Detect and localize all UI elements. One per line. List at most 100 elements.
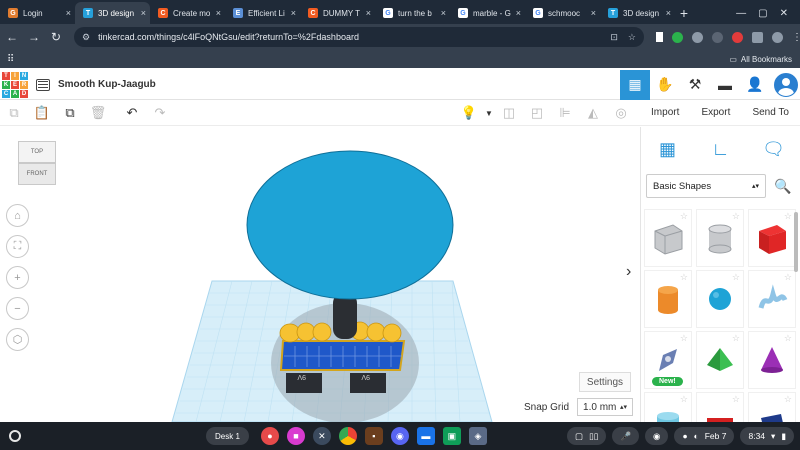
send-to-button[interactable]: Send To (752, 107, 789, 118)
screen-capture-button[interactable]: ▢ ▯▯ (567, 427, 607, 445)
app-files-icon[interactable]: ▬ (416, 427, 435, 445)
media-button[interactable]: ◉ (645, 427, 669, 445)
add-user-icon[interactable]: 👤 (740, 70, 770, 100)
favorite-star-icon[interactable]: ☆ (732, 333, 740, 344)
notes-tool-icon[interactable]: 🗨 (760, 135, 788, 163)
reload-icon[interactable]: ↻ (46, 30, 66, 44)
favorite-star-icon[interactable]: ☆ (784, 272, 792, 283)
cruise-icon[interactable]: ◎ (607, 105, 635, 121)
duplicate-icon[interactable]: ⧉ (56, 105, 84, 121)
app-tools-icon[interactable]: ✕ (312, 427, 331, 445)
tab-close-icon[interactable]: × (366, 8, 371, 18)
shape-text[interactable]: ☆ (696, 392, 744, 422)
forward-icon[interactable]: → (24, 30, 44, 44)
quick-settings-pill[interactable]: ● ◐ Feb 7 (674, 427, 735, 445)
tab-close-icon[interactable]: × (666, 8, 671, 18)
new-tab-button[interactable]: + (675, 2, 693, 24)
extensions-puzzle-icon[interactable] (752, 31, 763, 43)
ungroup-icon[interactable]: ◰ (523, 105, 551, 121)
copy-icon[interactable]: ⧉ (0, 105, 28, 121)
toolbox-icon[interactable]: ▬ (710, 70, 740, 100)
3d-view-grid-icon[interactable]: ▦ (620, 69, 650, 100)
tab-close-icon[interactable]: × (516, 8, 521, 18)
workplane-viewport[interactable]: 9V 9V TOP FRONT ⌂ ⛶ + − ⬡ Settings Snap … (0, 127, 640, 422)
delete-icon[interactable]: 🗑 (84, 105, 112, 121)
tab-close-icon[interactable]: × (591, 8, 596, 18)
tab-close-icon[interactable]: × (216, 8, 221, 18)
home-view-icon[interactable]: ⌂ (6, 204, 29, 227)
browser-tab[interactable]: Gturn the b × (375, 2, 450, 24)
search-icon[interactable]: 🔍 (771, 174, 795, 198)
browser-tab[interactable]: G Login × (0, 2, 75, 24)
browser-tab[interactable]: E Efficient Li × (225, 2, 300, 24)
design-title[interactable]: Smooth Kup-Jaagub (58, 79, 156, 90)
app-tinkercad-icon[interactable]: ◈ (468, 427, 487, 445)
extension-red-icon[interactable] (732, 31, 743, 43)
favorite-star-icon[interactable]: ☆ (680, 211, 688, 222)
collapse-panel-icon[interactable]: › (626, 263, 631, 281)
perspective-icon[interactable]: ⬡ (6, 328, 29, 351)
shape-cylinder[interactable]: ☆ (644, 270, 692, 328)
mic-button[interactable]: 🎤 (612, 427, 640, 445)
favorite-star-icon[interactable]: ☆ (784, 333, 792, 344)
maximize-icon[interactable]: ▢ (758, 8, 767, 19)
tab-close-icon[interactable]: × (66, 8, 71, 18)
balloon-stem[interactable] (333, 293, 357, 339)
mirror-icon[interactable]: ◭ (579, 105, 607, 121)
balloon[interactable] (246, 150, 454, 300)
workplane-tool-icon[interactable]: ▦ (654, 135, 682, 163)
clock-pill[interactable]: 8:34 ▾ ▮ (740, 427, 794, 445)
tab-close-icon[interactable]: × (291, 8, 296, 18)
browser-tab[interactable]: T 3D design × (75, 2, 150, 24)
import-button[interactable]: Import (651, 107, 679, 118)
shape-cone[interactable]: ☆ (748, 331, 796, 389)
address-bar[interactable]: ⚙ tinkercad.com/things/c4lFoQNtGsu/edit?… (74, 27, 644, 47)
design-menu-icon[interactable] (36, 78, 50, 91)
workplane-scene[interactable]: 9V 9V (0, 127, 640, 422)
favorite-star-icon[interactable]: ☆ (732, 211, 740, 222)
bookmark-star-icon[interactable]: ☆ (628, 32, 636, 43)
redo-icon[interactable]: ↷ (146, 105, 174, 121)
align-icon[interactable]: ⊫ (551, 105, 579, 121)
export-button[interactable]: Export (701, 107, 730, 118)
snap-grid-select[interactable]: 1.0 mm ▴▾ (577, 398, 634, 416)
app-photos-icon[interactable]: ● (260, 427, 279, 445)
settings-button[interactable]: Settings (579, 372, 631, 392)
panel-scrollbar[interactable] (794, 212, 798, 272)
browser-tab[interactable]: Gschmooc × (525, 2, 600, 24)
minimize-icon[interactable]: — (736, 8, 746, 19)
group-icon[interactable]: ◫ (495, 105, 523, 121)
view-cube-top[interactable]: TOP (18, 141, 56, 163)
extension-shield-icon[interactable] (672, 31, 683, 43)
app-minecraft-icon[interactable]: ▪ (364, 427, 383, 445)
app-canvas-icon[interactable]: ■ (286, 427, 305, 445)
browser-tab[interactable]: Gmarble - G × (450, 2, 525, 24)
apps-grid-icon[interactable]: ⠿ (7, 54, 14, 65)
extension-circle-icon[interactable] (692, 31, 703, 43)
desk-button[interactable]: Desk 1 (206, 427, 249, 445)
shape-pyramid[interactable]: ☆ (696, 331, 744, 389)
shape-generator[interactable]: ☆ New! (644, 331, 692, 389)
zoom-out-icon[interactable]: − (6, 297, 29, 320)
play-icon[interactable] (656, 32, 663, 42)
back-icon[interactable]: ← (2, 30, 22, 44)
view-cube-front[interactable]: FRONT (18, 163, 56, 185)
install-app-icon[interactable]: ⊡ (610, 32, 618, 43)
shape-sphere[interactable]: ☆ (696, 270, 744, 328)
favorite-star-icon[interactable]: ☆ (680, 394, 688, 405)
favorite-star-icon[interactable]: ☆ (680, 333, 688, 344)
solar-panel[interactable] (279, 340, 406, 371)
browser-tab[interactable]: C DUMMY T × (300, 2, 375, 24)
extension-grid-icon[interactable] (712, 31, 723, 43)
tinkercad-logo[interactable]: TIN KER CAD (2, 71, 28, 98)
shape-box[interactable]: ☆ (748, 209, 796, 267)
close-window-icon[interactable]: ✕ (780, 8, 788, 19)
tab-close-icon[interactable]: × (441, 8, 446, 18)
undo-icon[interactable]: ↶ (118, 105, 146, 121)
browser-tab[interactable]: C Create mo × (150, 2, 225, 24)
shape-category-select[interactable]: Basic Shapes ▴▾ (646, 174, 766, 198)
site-info-icon[interactable]: ⚙ (82, 32, 90, 43)
app-classroom-icon[interactable]: ▣ (442, 427, 461, 445)
app-chrome-icon[interactable] (338, 427, 357, 445)
fit-view-icon[interactable]: ⛶ (6, 235, 29, 258)
